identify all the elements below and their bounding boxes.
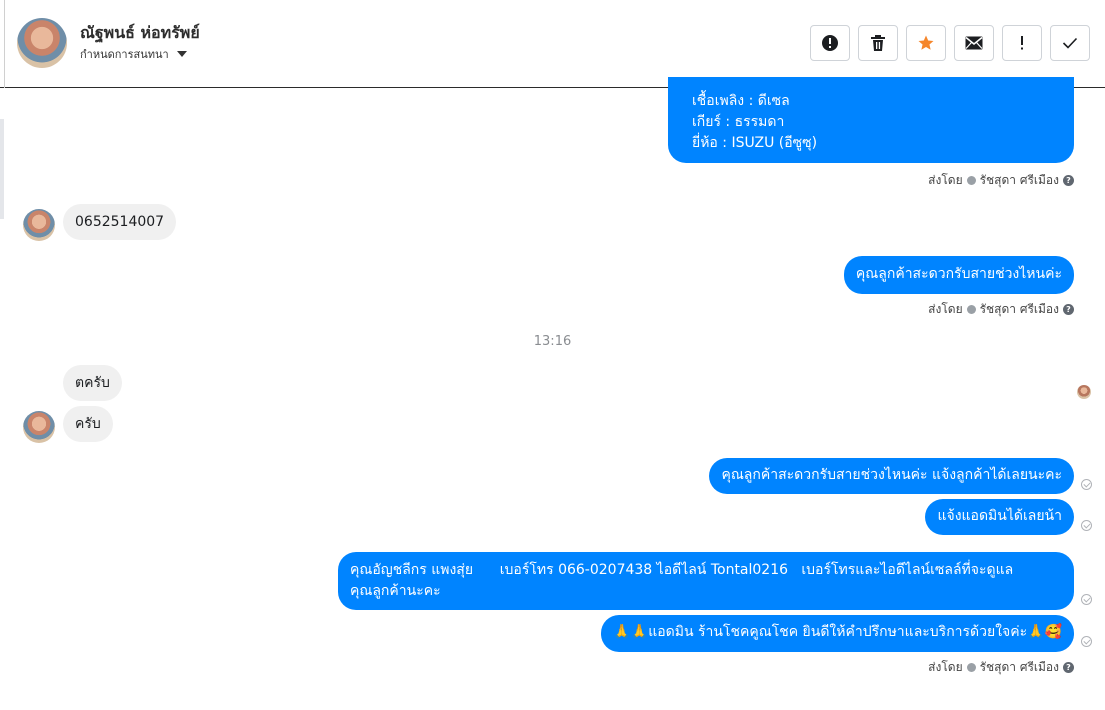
done-button[interactable] [1050,25,1090,61]
message-line: คุณลูกค้านะคะ [350,583,441,599]
message-line: เชื้อเพลิง : ดีเซล [692,93,790,109]
delivered-check-icon [1081,594,1092,605]
star-icon [918,35,934,50]
sent-by-label: ส่งโดย [928,302,963,316]
incoming-message[interactable]: ตครับ [63,365,122,401]
help-icon[interactable]: ? [1063,304,1074,315]
help-icon[interactable]: ? [1063,662,1074,673]
left-divider [4,0,5,88]
verified-icon [966,176,976,185]
sender-name[interactable]: รัชสุดา ศรีเมือง [980,300,1059,319]
vehicle-details-message[interactable]: เชื้อเพลิง : ดีเซล เกียร์ : ธรรมดา ยี่ห้… [668,77,1074,163]
outgoing-message[interactable]: 🙏🙏แอดมิน ร้านโชคคูณโชค ยินดีให้คำปรึกษาแ… [601,615,1074,652]
message-line: คุณอัญชลีกร แพงสุ่ย เบอร์โทร 066-0207438… [350,562,1014,578]
time-separator: 13:16 [533,334,572,349]
message-thread[interactable]: เชื้อเพลิง : ดีเซล เกียร์ : ธรรมดา ยี่ห้… [0,77,1105,710]
exclamation-icon [1021,36,1023,50]
checkmark-icon [1062,37,1078,49]
conversation-toolbar [810,25,1090,61]
verified-icon [966,305,976,314]
verified-icon [966,663,976,672]
sender-name[interactable]: รัชสุดา ศรีเมือง [980,171,1059,190]
spam-button[interactable] [1002,25,1042,61]
incoming-message[interactable]: 0652514007 [63,204,177,240]
incoming-message[interactable]: ครับ [63,406,113,442]
message-line: เกียร์ : ธรรมดา [692,114,785,130]
delivered-check-icon [1081,520,1092,531]
seen-avatar-icon [1077,385,1091,399]
contact-avatar-small[interactable] [23,411,55,443]
envelope-icon [965,36,983,50]
assign-conversation-dropdown[interactable]: กำหนดการสนทนา [80,45,187,63]
delivered-check-icon [1081,479,1092,490]
help-icon[interactable]: ? [1063,175,1074,186]
message-line: ยี่ห้อ : ISUZU (อีซูซุ) [692,135,818,151]
contact-avatar[interactable] [17,18,67,68]
trash-icon [871,35,885,51]
report-button[interactable] [810,25,850,61]
sent-by-row: ส่งโดย รัชสุดา ศรีเมือง ? [928,171,1074,190]
contact-avatar-small[interactable] [23,209,55,241]
caret-down-icon [176,51,187,57]
outgoing-message[interactable]: คุณอัญชลีกร แพงสุ่ย เบอร์โทร 066-0207438… [338,552,1074,610]
sent-by-row: ส่งโดย รัชสุดา ศรีเมือง ? [928,658,1074,677]
outgoing-message[interactable]: คุณลูกค้าสะดวกรับสายช่วงไหนค่ะ แจ้งลูกค้… [709,458,1074,494]
outgoing-message[interactable]: แจ้งแอดมินได้เลยน้า [925,499,1074,535]
outgoing-message[interactable]: คุณลูกค้าสะดวกรับสายช่วงไหนค่ะ [843,256,1074,294]
conversation-header: ณัฐพนธ์ ห่อทรัพย์ กำหนดการสนทนา [0,0,1105,88]
alert-circle-icon [822,35,838,51]
sender-name[interactable]: รัชสุดา ศรีเมือง [980,658,1059,677]
mark-unread-button[interactable] [954,25,994,61]
scrollbar[interactable] [0,119,4,219]
sent-by-label: ส่งโดย [928,660,963,674]
delivered-check-icon [1081,636,1092,647]
sent-by-label: ส่งโดย [928,173,963,187]
star-button[interactable] [906,25,946,61]
assign-label: กำหนดการสนทนา [80,48,169,61]
contact-name[interactable]: ณัฐพนธ์ ห่อทรัพย์ [80,21,200,46]
delete-button[interactable] [858,25,898,61]
sent-by-row: ส่งโดย รัชสุดา ศรีเมือง ? [928,300,1074,319]
